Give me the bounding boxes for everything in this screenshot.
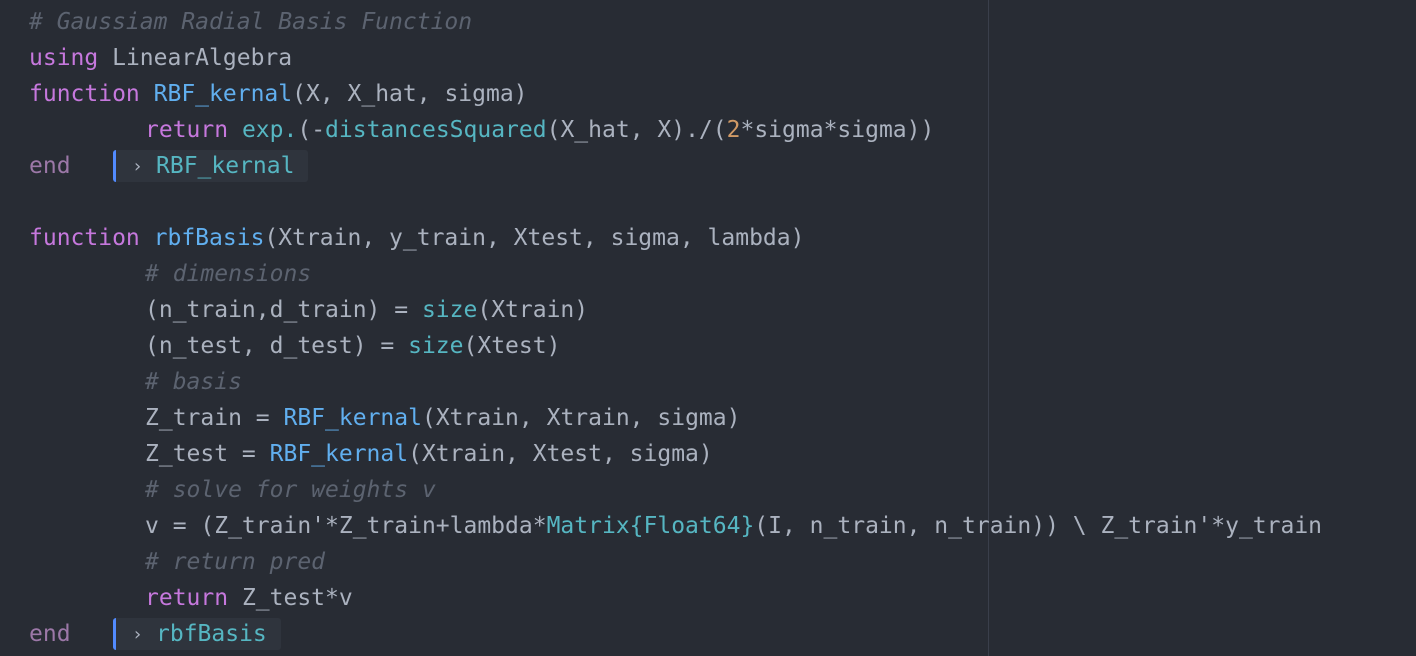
keyword: using (29, 45, 99, 71)
code-text: Z_test = (145, 441, 270, 467)
result-value: rbfBasis (156, 621, 267, 647)
code-text: (Xtrain, Xtrain, sigma) (421, 405, 741, 431)
code-line-4: return exp.(-distancesSquared(X_hat, X).… (29, 112, 1416, 148)
function-name: rbfBasis (153, 225, 265, 251)
builtin-call: size (421, 297, 478, 323)
code-editor[interactable]: # Gaussiam Radial Basis Function using L… (0, 0, 1416, 656)
code-line-5: end › RBF_kernal (29, 148, 1416, 184)
code-line-10: (n_test, d_test) = size(Xtest) (29, 328, 1416, 364)
comment: # Gaussiam Radial Basis Function (29, 9, 473, 35)
code-text: (X_hat, X)./( (546, 117, 727, 143)
keyword: function (29, 81, 140, 107)
code-line-15: v = (Z_train'*Z_train+lambda*Matrix{Floa… (29, 508, 1416, 544)
type-parameter: {Float64} (629, 513, 755, 539)
inline-result-rbfbasis[interactable]: › rbfBasis (113, 618, 281, 650)
code-line-12: Z_train = RBF_kernal(Xtrain, Xtrain, sig… (29, 400, 1416, 436)
code-line-17: return Z_test*v (29, 580, 1416, 616)
code-line-1: # Gaussiam Radial Basis Function (29, 4, 1416, 40)
code-text: v = (Z_train'*Z_train+lambda* (145, 513, 547, 539)
code-text: *sigma*sigma)) (740, 117, 935, 143)
code-line-14: # solve for weights v (29, 472, 1416, 508)
result-value: RBF_kernal (156, 153, 295, 179)
code-line-7: function rbfBasis(Xtrain, y_train, Xtest… (29, 220, 1416, 256)
chevron-right-icon[interactable]: › (132, 619, 148, 651)
code-text: Z_train = (145, 405, 284, 431)
code-text: (Xtrain, Xtest, sigma) (408, 441, 713, 467)
code-text: Z_test*v (228, 585, 353, 611)
function-call: RBF_kernal (283, 405, 422, 431)
code-line-2: using LinearAlgebra (29, 40, 1416, 76)
inline-result-rbf-kernal[interactable]: › RBF_kernal (113, 150, 309, 183)
code-text: (n_train,d_train) = (145, 297, 422, 323)
code-line-8: # dimensions (29, 256, 1416, 292)
keyword: end (29, 621, 71, 647)
function-args: (X, X_hat, sigma) (292, 81, 528, 107)
keyword: end (29, 153, 71, 179)
code-line-16: # return pred (29, 544, 1416, 580)
code-text: (Xtrain) (477, 297, 589, 323)
function-name: RBF_kernal (153, 81, 293, 107)
number-literal: 2 (726, 117, 741, 143)
code-line-13: Z_test = RBF_kernal(Xtrain, Xtest, sigma… (29, 436, 1416, 472)
comment: # return pred (145, 549, 326, 575)
code-lines: # Gaussiam Radial Basis Function using L… (29, 4, 1416, 652)
code-text: (- (297, 117, 326, 143)
chevron-right-icon[interactable]: › (132, 151, 148, 183)
function-call: RBF_kernal (269, 441, 409, 467)
builtin-call: distancesSquared (325, 117, 547, 143)
code-line-18: end › rbfBasis (29, 616, 1416, 652)
comment: # basis (145, 369, 242, 395)
type-name: Matrix (546, 513, 630, 539)
module-name: LinearAlgebra (98, 45, 293, 71)
code-line-3: function RBF_kernal(X, X_hat, sigma) (29, 76, 1416, 112)
code-text: (Xtest) (463, 333, 561, 359)
function-args: (Xtrain, y_train, Xtest, sigma, lambda) (264, 225, 805, 251)
code-text: (I, n_train, n_train)) \ Z_train'*y_trai… (754, 513, 1323, 539)
code-text: (n_test, d_test) = (145, 333, 409, 359)
builtin-call: size (408, 333, 464, 359)
code-line-11: # basis (29, 364, 1416, 400)
keyword: return (145, 117, 229, 143)
keyword: function (29, 225, 140, 251)
keyword: return (145, 585, 229, 611)
code-line-9: (n_train,d_train) = size(Xtrain) (29, 292, 1416, 328)
comment: # solve for weights v (145, 477, 436, 503)
comment: # dimensions (145, 261, 312, 287)
builtin-call: exp. (241, 117, 298, 143)
